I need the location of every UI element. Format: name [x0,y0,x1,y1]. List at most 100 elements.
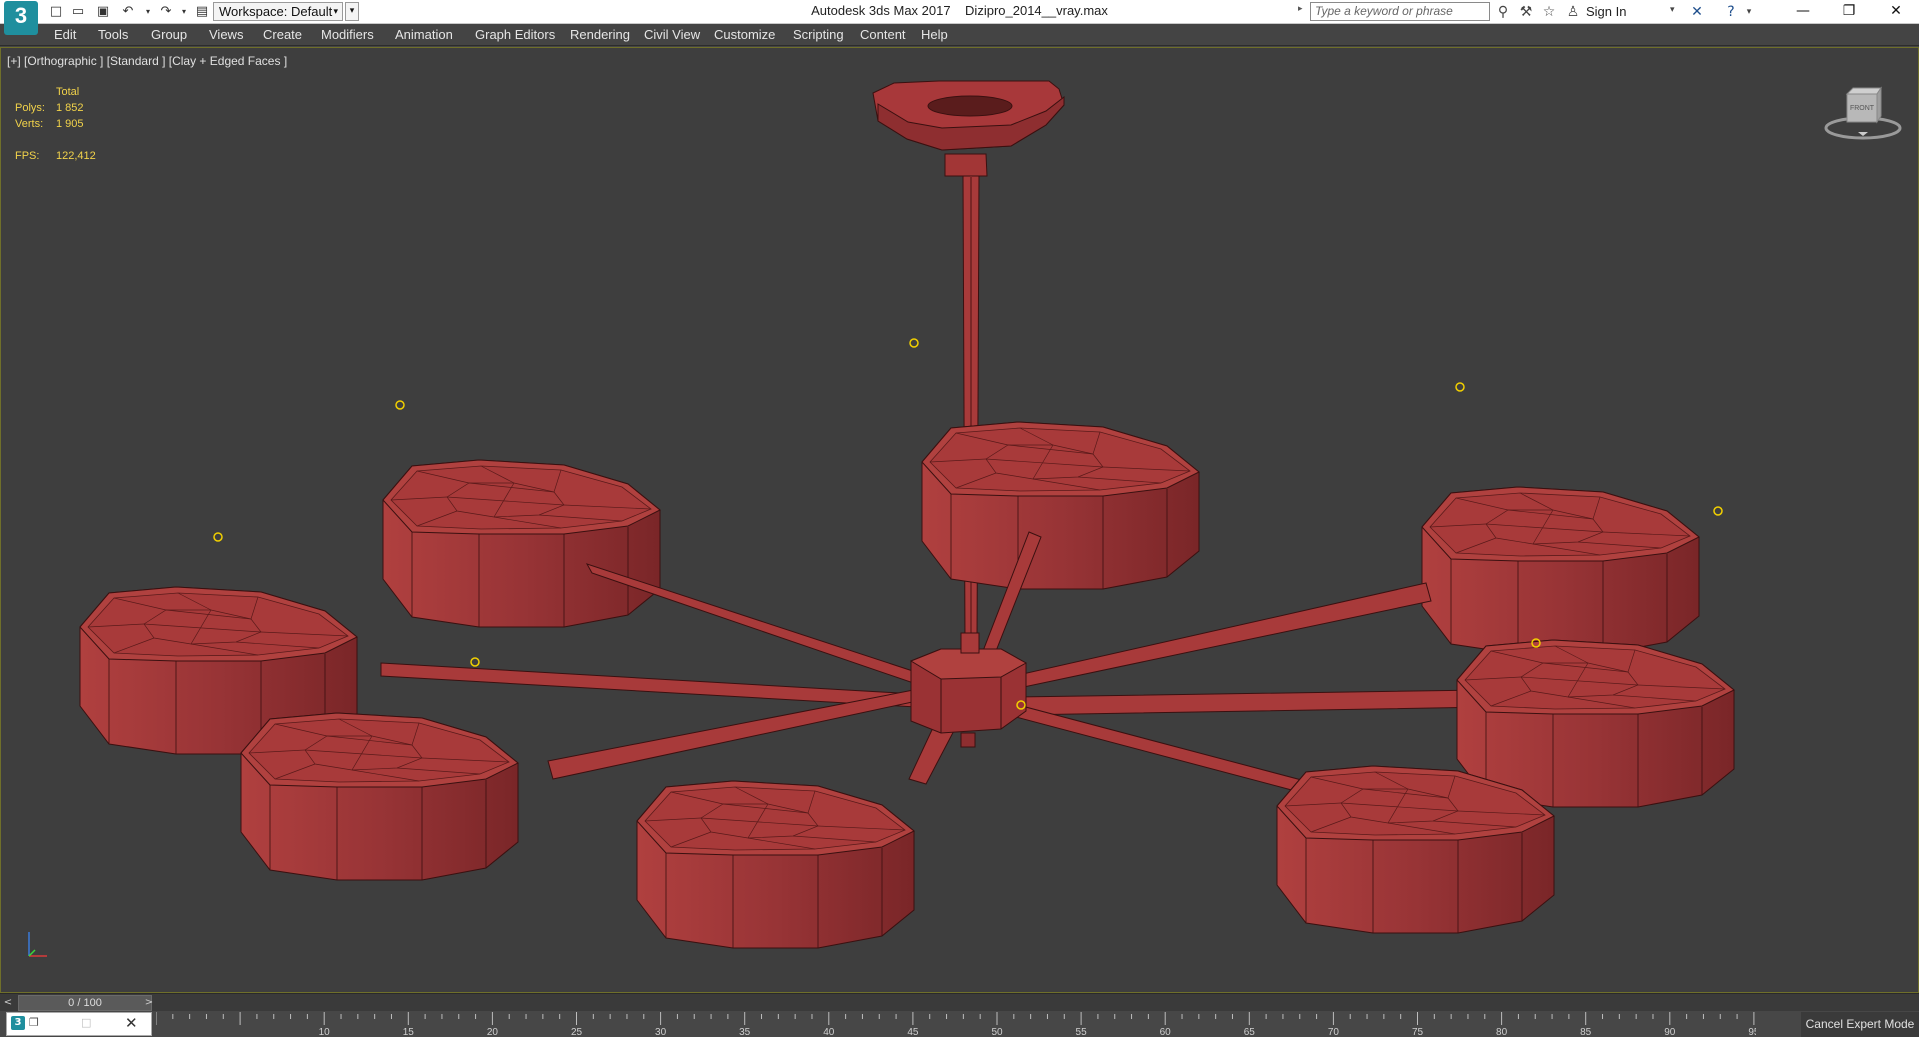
lamp-shade-front-left[interactable] [240,712,519,881]
ruler-label: 35 [739,1027,751,1037]
title-bar: 3 □ ▭ ▣ ↶ ▾ ↷ ▾ ▤ Workspace: Default ▾ ▾… [0,0,1919,35]
ruler-label: 70 [1328,1027,1340,1037]
menu-rendering[interactable]: Rendering [570,27,630,42]
lamp-shade-back-center[interactable] [921,421,1200,590]
light-marker[interactable] [470,657,480,667]
menu-scripting[interactable]: Scripting [793,27,844,42]
cancel-expert-mode-button[interactable]: Cancel Expert Mode [1801,1012,1919,1037]
maximize-icon[interactable]: □ [81,1016,91,1029]
time-slider-prev-icon[interactable]: < [0,995,16,1011]
viewport-orthographic[interactable]: [+] [Orthographic ] [Standard ] [Clay + … [0,47,1919,993]
frame-ruler[interactable]: 101520253035404550556065707580859095100 [156,1011,1756,1037]
search-expand-icon[interactable]: ▸ [1298,4,1308,20]
maxscript-listener-mini[interactable]: 3 ❐ □ ✕ [6,1012,152,1036]
menu-bar: Edit Tools Group Views Create Modifiers … [0,24,1919,46]
app-name: Autodesk 3ds Max 2017 [811,3,951,18]
menu-animation[interactable]: Animation [395,27,453,42]
ruler-label: 30 [655,1027,667,1037]
fps-value: 122,412 [56,150,96,162]
verts-value: 1 905 [56,118,84,130]
track-bar: 3 ❐ □ ✕ 10 15 20 25 30 35 40 45 50 55 60 65 70 75 80 85… [0,1011,1919,1037]
menu-views[interactable]: Views [209,27,243,42]
ruler-label: 50 [991,1027,1003,1037]
ruler-label: 60 [1160,1027,1172,1037]
favorites-star-icon[interactable]: ☆ [1540,3,1558,21]
binoculars-icon[interactable]: ⚲ [1494,3,1512,21]
app-logo[interactable]: 3 [4,1,38,35]
ruler-label: 20 [487,1027,499,1037]
menu-customize[interactable]: Customize [714,27,775,42]
ruler-label: 10 [319,1027,331,1037]
scene-canvas[interactable] [1,48,1918,992]
workspace-extra-dropdown[interactable]: ▾ [345,2,359,21]
maxscript-icon: 3 [11,1016,25,1030]
menu-group[interactable]: Group [151,27,187,42]
workspace-dropdown[interactable]: Workspace: Default ▾ [213,2,343,21]
sign-in-link[interactable]: Sign In [1586,4,1626,19]
menu-tools[interactable]: Tools [98,27,128,42]
workspace-label: Workspace: Default [219,4,333,19]
minimize-icon[interactable]: — [1780,0,1826,24]
file-name: Dizipro_2014__vray.max [965,3,1108,18]
menu-create[interactable]: Create [263,27,302,42]
redo-dropdown-icon[interactable]: ▾ [176,4,192,20]
menu-civil-view[interactable]: Civil View [644,27,700,42]
time-slider[interactable]: < 0 / 100 > [0,993,1919,1011]
sign-in-dropdown-icon[interactable]: ▾ [1670,5,1675,15]
viewcube[interactable]: FRONT [1823,84,1903,144]
ruler-label: 25 [571,1027,583,1037]
ruler-label: 90 [1664,1027,1676,1037]
new-file-icon[interactable]: □ [48,4,64,20]
menu-content[interactable]: Content [860,27,906,42]
menu-modifiers[interactable]: Modifiers [321,27,374,42]
lamp-shade-back-right[interactable] [1421,486,1700,655]
help-icon[interactable]: ? [1722,3,1740,21]
close-icon[interactable]: ✕ [1873,0,1919,24]
ruler-label: 65 [1244,1027,1256,1037]
user-icon[interactable]: ♙ [1564,3,1582,21]
axis-tripod-icon [28,932,47,957]
stats-header: Total [56,86,80,98]
menu-graph-editors[interactable]: Graph Editors [475,27,555,42]
undo-icon[interactable]: ↶ [120,4,136,20]
restore-icon[interactable]: ❐ [29,1016,39,1029]
time-slider-thumb[interactable]: 0 / 100 [18,995,152,1011]
help-dropdown-icon[interactable]: ▾ [1740,3,1758,21]
ruler-label: 75 [1412,1027,1424,1037]
time-slider-next-icon[interactable]: > [142,995,156,1011]
light-marker[interactable] [213,532,223,542]
close-icon[interactable]: ✕ [125,1014,138,1032]
center-hub[interactable] [909,632,1028,748]
light-marker[interactable] [1455,382,1465,392]
menu-help[interactable]: Help [921,27,948,42]
light-marker[interactable] [1713,506,1723,516]
menu-edit[interactable]: Edit [54,27,76,42]
redo-icon[interactable]: ↷ [158,4,174,20]
lamp-shade-right[interactable] [1456,639,1735,808]
ruler-label: 45 [907,1027,919,1037]
restore-icon[interactable]: ❐ [1826,0,1872,24]
lamp-shade-front-center[interactable] [636,780,915,949]
lamp-shade-front-right[interactable] [1276,765,1555,934]
ruler-label: 55 [1076,1027,1088,1037]
lamp-shade-back-left[interactable] [382,459,661,628]
search-input[interactable]: Type a keyword or phrase [1310,2,1490,21]
undo-dropdown-icon[interactable]: ▾ [140,4,156,20]
project-folder-icon[interactable]: ▤ [194,4,210,20]
ruler-label: 15 [403,1027,415,1037]
ruler-label: 95 [1748,1027,1756,1037]
save-file-icon[interactable]: ▣ [95,4,111,20]
ruler-label: 80 [1496,1027,1508,1037]
light-marker[interactable] [909,338,919,348]
viewcube-face-label: FRONT [1850,105,1875,112]
exchange-apps-icon[interactable]: ✕ [1688,3,1706,21]
open-file-icon[interactable]: ▭ [70,4,86,20]
ruler-label: 40 [823,1027,835,1037]
ceiling-canopy[interactable] [872,80,1065,177]
polys-value: 1 852 [56,102,84,114]
ruler-label: 85 [1580,1027,1592,1037]
viewport-label-menu[interactable]: [+] [Orthographic ] [Standard ] [Clay + … [7,54,287,68]
communication-center-icon[interactable]: ⚒ [1517,3,1535,21]
light-marker[interactable] [395,400,405,410]
chevron-down-icon: ▾ [333,6,338,16]
